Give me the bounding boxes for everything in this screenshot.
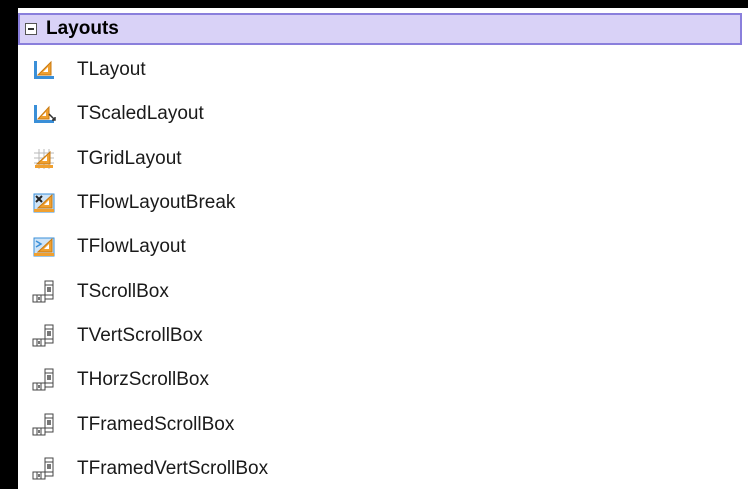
component-thorzscrollbox[interactable]: THorzScrollBox: [18, 358, 748, 402]
collapse-icon[interactable]: [25, 23, 37, 35]
component-label: TLayout: [77, 59, 146, 81]
component-tframedvertscrollbox[interactable]: TFramedVertScrollBox: [18, 447, 748, 489]
scrollbox-icon: [32, 280, 54, 303]
component-label: TScrollBox: [77, 280, 169, 302]
grid-layout-icon: [34, 148, 54, 169]
scrollbox-icon: [32, 368, 54, 391]
component-tscrollbox[interactable]: TScrollBox: [18, 269, 748, 313]
component-list: TLayout TScaledLayout TGridLayout TFlowL…: [18, 48, 748, 489]
component-label: TFramedScrollBox: [77, 413, 235, 435]
component-tflowlayoutbreak[interactable]: TFlowLayoutBreak: [18, 181, 748, 225]
scaled-layout-icon: [34, 105, 56, 124]
category-header-layouts[interactable]: Layouts: [18, 13, 742, 45]
component-label: TVertScrollBox: [77, 324, 203, 346]
component-tlayout[interactable]: TLayout: [18, 48, 748, 92]
flow-layout-icon: [33, 237, 55, 257]
component-tscaledlayout[interactable]: TScaledLayout: [18, 92, 748, 136]
category-label: Layouts: [46, 18, 119, 39]
scrollbox-icon: [32, 324, 54, 347]
component-tflowlayout[interactable]: TFlowLayout: [18, 225, 748, 269]
component-label: TFlowLayout: [77, 236, 186, 258]
tool-palette: Layouts TLayout TScaledLayout TGridLayou…: [18, 8, 748, 489]
component-tvertscrollbox[interactable]: TVertScrollBox: [18, 314, 748, 358]
flow-layout-break-icon: [33, 193, 55, 213]
component-label: TFlowLayoutBreak: [77, 192, 236, 214]
component-label: TFramedVertScrollBox: [77, 457, 269, 479]
component-label: TScaledLayout: [77, 103, 204, 125]
component-tframedscrollbox[interactable]: TFramedScrollBox: [18, 402, 748, 446]
layout-icon: [34, 60, 54, 80]
scrollbox-icon: [32, 413, 54, 436]
scrollbox-icon: [32, 457, 54, 480]
component-label: THorzScrollBox: [77, 369, 209, 391]
component-tgridlayout[interactable]: TGridLayout: [18, 137, 748, 181]
component-label: TGridLayout: [77, 147, 182, 169]
screen-background: Layouts TLayout TScaledLayout TGridLayou…: [0, 0, 748, 489]
